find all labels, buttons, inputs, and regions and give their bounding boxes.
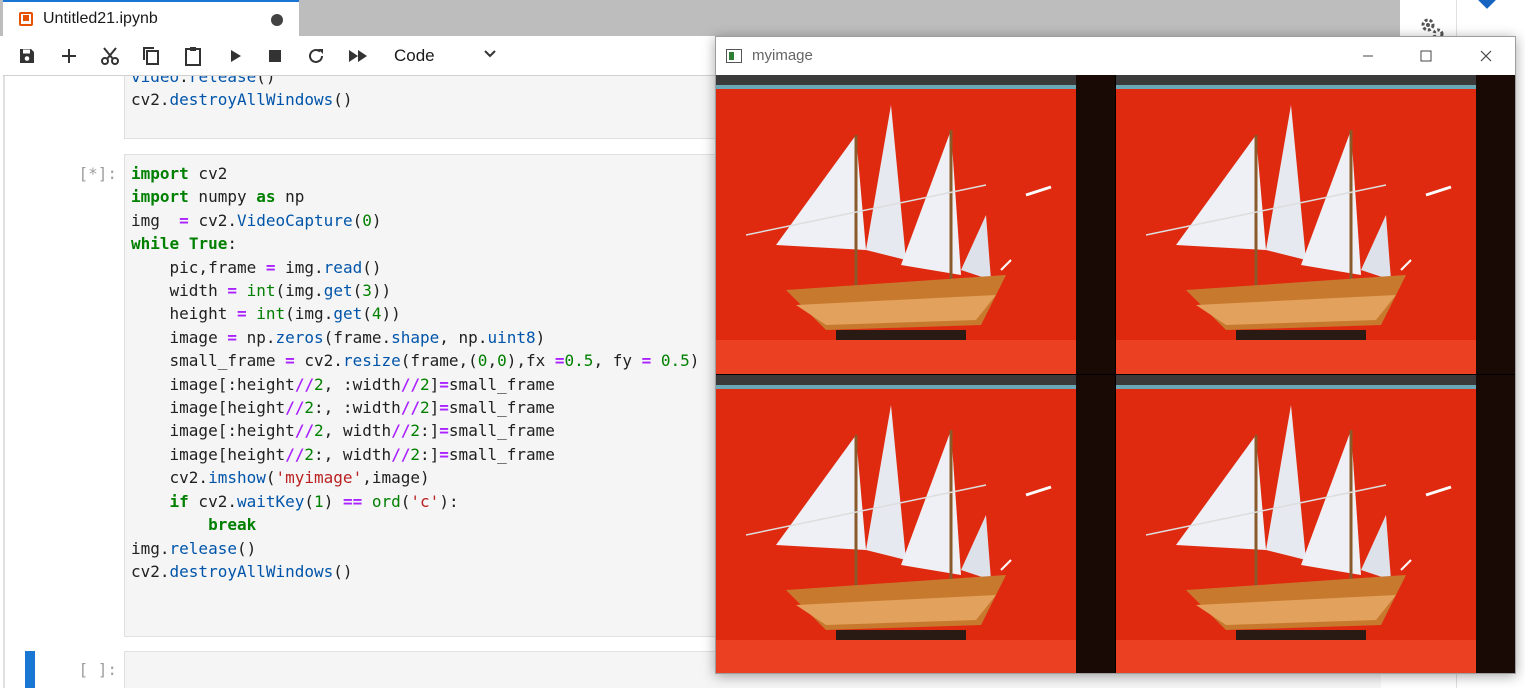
code-line: import cv2 — [131, 164, 228, 183]
code-line: if cv2.waitKey(1) == ord('c'): — [169, 491, 459, 511]
chevron-down-icon[interactable] — [483, 49, 497, 59]
image-canvas[interactable] — [716, 75, 1515, 673]
opencv-window[interactable]: myimage — [715, 36, 1516, 674]
restart-icon — [309, 48, 323, 63]
window-title: myimage — [752, 47, 813, 64]
notebook-icon — [19, 12, 33, 26]
code-line: image[:height//2, :width//2]=small_frame — [131, 374, 555, 394]
image-quadrant — [716, 373, 1117, 673]
code-line: pic,frame = img.read() — [131, 257, 382, 277]
image-quadrant — [716, 75, 1117, 376]
cut-icon — [101, 47, 119, 65]
image-quadrant — [1114, 373, 1515, 673]
paste-icon — [185, 47, 201, 66]
window-titlebar[interactable]: myimage — [716, 37, 1515, 75]
code-line: image = np.zeros(frame.shape, np.uint8) — [131, 327, 546, 347]
code-line: import numpy as np — [131, 187, 305, 207]
code-line: image[height//2:, width//2:]=small_frame — [131, 444, 555, 464]
unsaved-indicator-icon[interactable] — [271, 14, 283, 26]
run-button[interactable] — [221, 42, 249, 70]
code-block[interactable]: video.release() cv2.destroyAllWindows() — [131, 76, 353, 112]
tab-title: Untitled21.ipynb — [43, 10, 158, 27]
code-line: img = cv2.VideoCapture(0) — [131, 210, 382, 230]
paste-button[interactable] — [179, 42, 207, 70]
restart-run-all-button[interactable] — [344, 42, 372, 70]
maximize-button[interactable] — [1406, 45, 1446, 67]
code-line: image[height//2:, :width//2]=small_frame — [131, 398, 555, 418]
close-button[interactable] — [1466, 45, 1506, 67]
code-line: cv2.destroyAllWindows() — [131, 90, 353, 110]
panel-divider — [3, 76, 5, 688]
code-line: small_frame = cv2.resize(frame,(0,0),fx … — [131, 351, 700, 371]
maximize-icon — [1420, 50, 1432, 62]
copy-button[interactable] — [137, 42, 165, 70]
code-line: img.release() — [131, 538, 257, 558]
code-line: cv2.destroyAllWindows() — [131, 561, 353, 581]
code-line: width = int(img.get(3)) — [131, 281, 392, 301]
code-block[interactable]: import cv2 import numpy as np img = cv2.… — [131, 162, 699, 583]
add-icon — [62, 49, 76, 63]
code-line: height = int(img.get(4)) — [131, 304, 401, 324]
image-quadrant — [1114, 75, 1515, 376]
cell-prompt: [*]: — [78, 164, 117, 183]
run-icon — [231, 50, 241, 62]
fast-forward-icon — [349, 50, 367, 62]
copy-icon — [143, 47, 159, 65]
stop-icon — [269, 50, 281, 62]
code-line: break — [208, 515, 257, 535]
code-line: video.release() — [131, 76, 276, 86]
cut-button[interactable] — [96, 42, 124, 70]
tab-strip: Untitled21.ipynb — [0, 0, 1400, 36]
save-button[interactable] — [13, 42, 41, 70]
add-cell-button[interactable] — [55, 42, 83, 70]
app-icon — [726, 49, 742, 63]
stop-button[interactable] — [261, 42, 289, 70]
minimize-icon — [1363, 55, 1373, 57]
close-icon — [1480, 50, 1492, 62]
code-line: image[:height//2, width//2:]=small_frame — [131, 421, 555, 441]
cell-prompt: [ ]: — [78, 660, 117, 679]
code-line: while True: — [131, 234, 237, 254]
code-line: cv2.imshow('myimage',image) — [131, 468, 430, 488]
restart-button[interactable] — [302, 42, 330, 70]
minimize-button[interactable] — [1348, 45, 1388, 67]
notebook-tab[interactable]: Untitled21.ipynb — [3, 0, 299, 36]
save-icon — [20, 49, 34, 63]
